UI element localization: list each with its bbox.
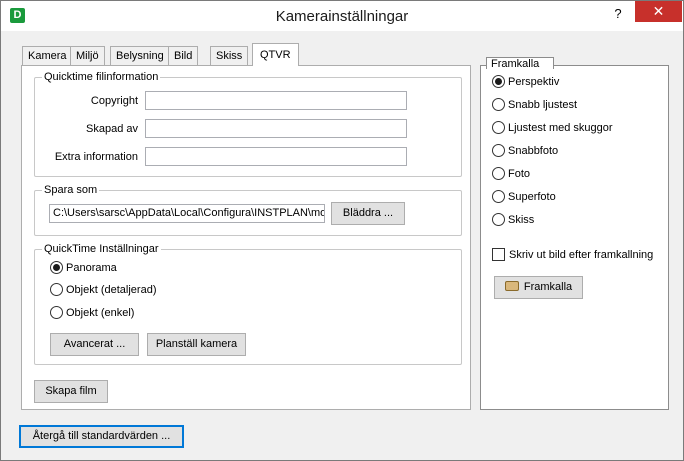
print-after-checkbox[interactable]: Skriv ut bild efter framkallning [492, 247, 654, 264]
radio-quick-light-test[interactable]: Snabb ljustest [492, 97, 578, 114]
radio-label: Snabb ljustest [508, 99, 578, 111]
advanced-button[interactable]: Avancerat ... [50, 333, 139, 356]
tab-kamera[interactable]: Kamera [22, 46, 73, 65]
tab-skiss[interactable]: Skiss [210, 46, 249, 65]
radio-label: Ljustest med skuggor [508, 122, 613, 134]
created-by-label: Skapad av [86, 123, 138, 135]
render-panel-header: Framkalla [486, 57, 554, 70]
tab-belysning[interactable]: Belysning [110, 46, 170, 65]
save-path-input[interactable]: C:\Users\sarsc\AppData\Local\Configura\I… [49, 204, 325, 223]
group-legend: Quicktime filinformation [42, 71, 161, 83]
dialog-window: D Kamerainställningar ? ✕ Kamera Miljö B… [0, 0, 684, 461]
group-quicktime-info: Quicktime filinformation Copyright Skapa… [34, 71, 462, 177]
radio-indicator [492, 166, 505, 180]
radio-checked-indicator [492, 74, 505, 88]
help-button[interactable]: ? [605, 3, 631, 25]
radio-indicator [492, 97, 505, 111]
tab-panel-qtvr: Quicktime filinformation Copyright Skapa… [21, 65, 471, 410]
radio-indicator [492, 143, 505, 157]
radio-super-photo[interactable]: Superfoto [492, 189, 556, 206]
radio-indicator [50, 305, 63, 319]
copyright-label: Copyright [90, 95, 138, 107]
render-button[interactable]: Framkalla [494, 276, 583, 299]
created-by-input[interactable] [145, 119, 407, 138]
radio-label: Perspektiv [508, 76, 560, 88]
close-button[interactable]: ✕ [635, 1, 682, 22]
copyright-input[interactable] [145, 91, 407, 110]
render-panel: Perspektiv Snabb ljustest Ljustest med s… [480, 65, 669, 410]
group-legend: Spara som [42, 184, 100, 196]
radio-indicator [492, 189, 505, 203]
extra-info-label: Extra information [54, 151, 138, 163]
radio-checked-indicator [50, 260, 63, 274]
radio-object-detailed[interactable]: Objekt (detaljerad) [50, 282, 157, 299]
radio-label: Objekt (enkel) [66, 307, 135, 319]
close-icon: ✕ [652, 3, 665, 19]
radio-light-test-shadows[interactable]: Ljustest med skuggor [492, 120, 613, 137]
reset-defaults-button[interactable]: Återgå till standardvärden ... [19, 425, 184, 448]
window-title: Kamerainställningar [275, 8, 409, 25]
tab-bild[interactable]: Bild [168, 46, 199, 65]
render-button-label: Framkalla [523, 281, 573, 293]
radio-indicator [50, 282, 63, 296]
radio-photo[interactable]: Foto [492, 166, 531, 183]
radio-indicator [492, 120, 505, 134]
radio-label: Foto [508, 168, 531, 180]
radio-perspective[interactable]: Perspektiv [492, 74, 560, 91]
radio-label: Superfoto [508, 191, 556, 203]
group-quicktime-settings: QuickTime Inställningar Panorama Objekt … [34, 243, 462, 365]
create-movie-button[interactable]: Skapa film [34, 380, 108, 403]
group-legend: QuickTime Inställningar [42, 243, 161, 255]
radio-object-simple[interactable]: Objekt (enkel) [50, 305, 135, 322]
radio-sketch[interactable]: Skiss [492, 212, 535, 229]
radio-quick-photo[interactable]: Snabbfoto [492, 143, 559, 160]
camera-icon [504, 281, 519, 292]
title-bar[interactable]: D Kamerainställningar ? ✕ [1, 1, 683, 31]
checkbox-label: Skriv ut bild efter framkallning [509, 249, 654, 261]
radio-label: Objekt (detaljerad) [66, 284, 157, 296]
radio-label: Snabbfoto [508, 145, 559, 157]
tab-miljo[interactable]: Miljö [70, 46, 105, 65]
radio-panorama[interactable]: Panorama [50, 260, 117, 277]
radio-label: Skiss [508, 214, 535, 226]
checkbox-indicator [492, 247, 505, 261]
extra-info-input[interactable] [145, 147, 407, 166]
radio-label: Panorama [66, 262, 117, 274]
tab-qtvr[interactable]: QTVR [252, 43, 299, 66]
radio-indicator [492, 212, 505, 226]
browse-button[interactable]: Bläddra ... [331, 202, 405, 225]
level-camera-button[interactable]: Planställ kamera [147, 333, 246, 356]
group-save-as: Spara som C:\Users\sarsc\AppData\Local\C… [34, 184, 462, 236]
